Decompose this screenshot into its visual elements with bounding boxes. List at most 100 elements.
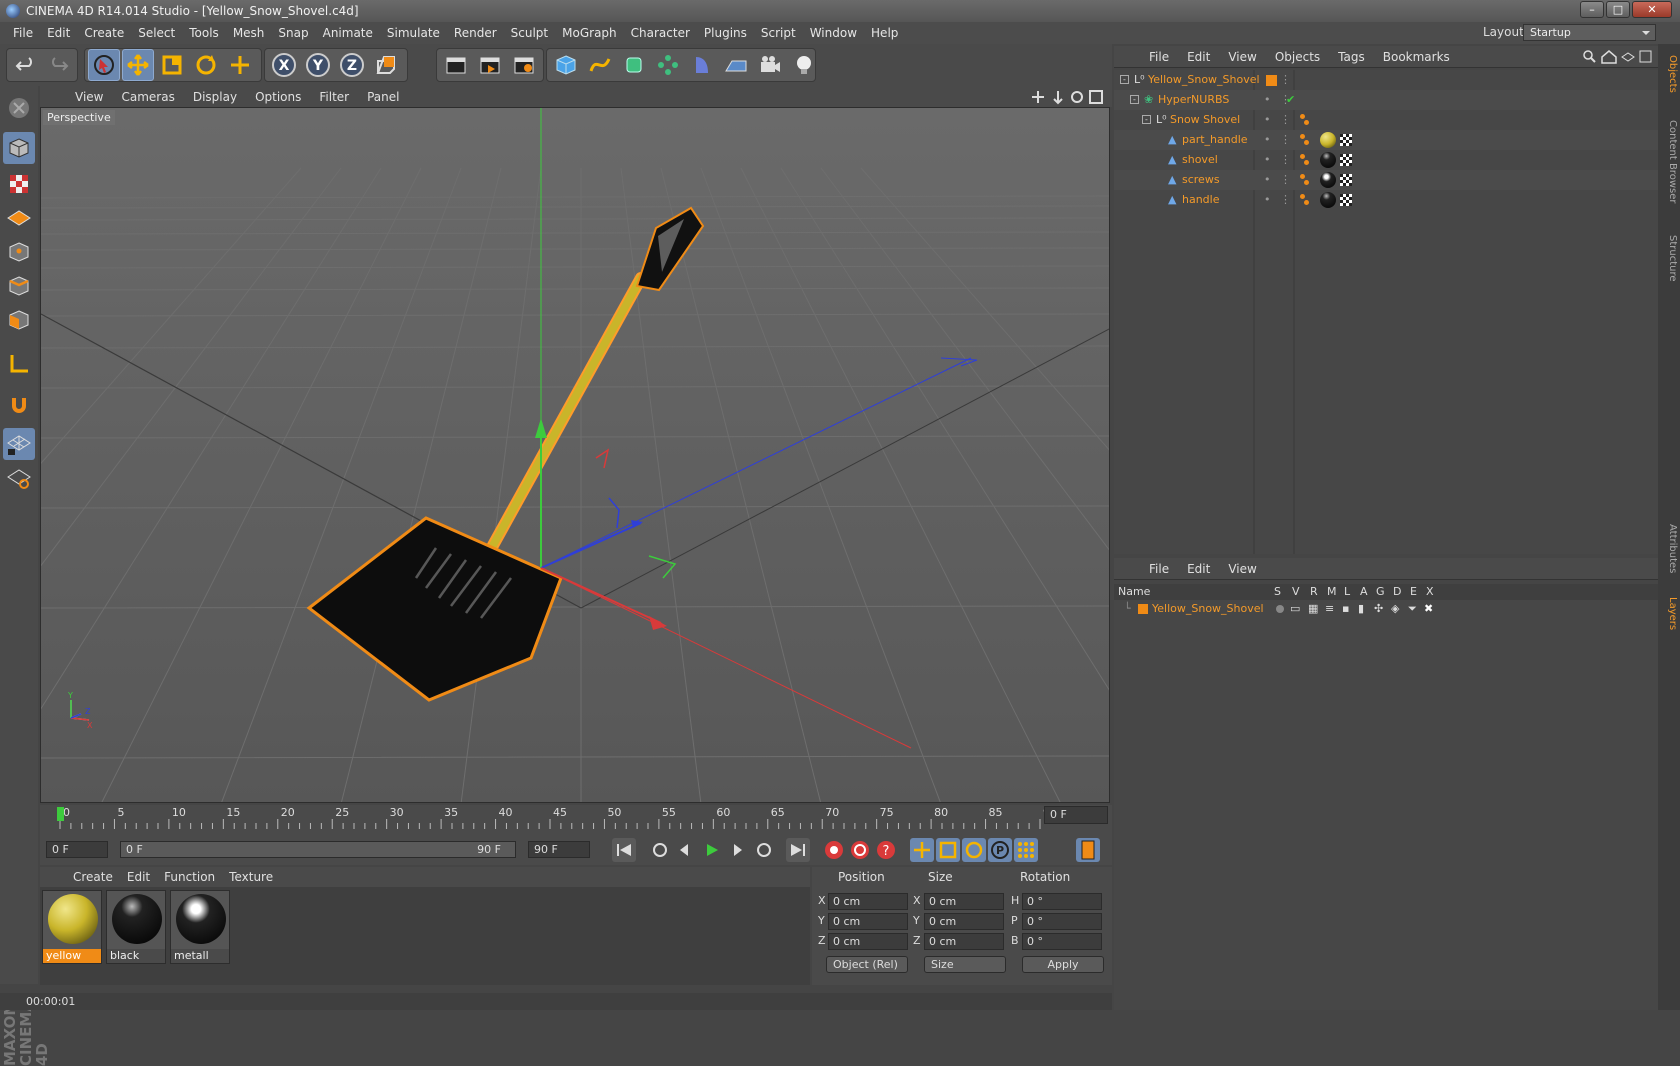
redo-icon[interactable] xyxy=(42,49,74,81)
current-frame-field[interactable]: 0 F xyxy=(1044,806,1108,824)
tab-objects[interactable]: Objects xyxy=(1660,50,1678,98)
close-window-button[interactable]: ✕ xyxy=(1632,1,1672,18)
layer-deformers-icon[interactable]: ◈ xyxy=(1391,600,1399,618)
objects-menu-objects[interactable]: Objects xyxy=(1266,50,1329,64)
add-icon[interactable] xyxy=(224,49,256,81)
texture-tag-icon[interactable] xyxy=(1340,194,1352,206)
previous-frame-button[interactable] xyxy=(672,838,696,862)
material-menu-create[interactable]: Create xyxy=(66,870,120,884)
layer-expressions-icon[interactable]: ⏷ xyxy=(1408,600,1417,618)
apply-button[interactable]: Apply xyxy=(1022,956,1104,973)
material-tag-metall-icon[interactable] xyxy=(1320,172,1336,188)
frame-range-slider[interactable]: 0 F 90 F xyxy=(120,841,516,858)
coordinate-mode-dropdown[interactable]: Object (Rel) xyxy=(826,956,908,973)
go-to-start-button[interactable] xyxy=(612,838,636,862)
next-frame-button[interactable] xyxy=(726,838,750,862)
material-menu-edit[interactable]: Edit xyxy=(120,870,157,884)
light-icon[interactable] xyxy=(788,49,820,81)
timeline-window-icon[interactable] xyxy=(1076,838,1100,862)
viewport-menu-cameras[interactable]: Cameras xyxy=(112,90,183,104)
rotation-h-field[interactable]: 0 ° xyxy=(1022,893,1102,910)
tab-content-browser[interactable]: Content Browser xyxy=(1660,102,1678,222)
menu-animate[interactable]: Animate xyxy=(316,26,380,40)
viewport-nav-icons[interactable] xyxy=(1032,89,1104,105)
tab-attributes[interactable]: Attributes xyxy=(1660,514,1678,584)
enabled-check-icon[interactable]: ✔ xyxy=(1286,90,1295,110)
cube-icon[interactable] xyxy=(550,49,582,81)
y-axis-lock-icon[interactable]: Y xyxy=(302,49,334,81)
rotate-icon[interactable] xyxy=(190,49,222,81)
position-y-field[interactable]: 0 cm xyxy=(828,913,908,930)
layer-animation-icon[interactable]: ▮ xyxy=(1358,600,1364,618)
viewport-menu-display[interactable]: Display xyxy=(184,90,246,104)
material-tag-black-icon[interactable] xyxy=(1320,192,1336,208)
play-button[interactable] xyxy=(700,838,724,862)
end-frame-field[interactable]: 90 F xyxy=(528,841,590,858)
position-x-field[interactable]: 0 cm xyxy=(828,893,908,910)
rotation-p-field[interactable]: 0 ° xyxy=(1022,913,1102,930)
layers-menu-edit[interactable]: Edit xyxy=(1178,562,1219,576)
key-rotation-icon[interactable] xyxy=(962,838,986,862)
objects-menu-file[interactable]: File xyxy=(1140,50,1178,64)
material-yellow[interactable]: yellow xyxy=(42,890,102,964)
floor-icon[interactable] xyxy=(720,49,752,81)
layers-menu-view[interactable]: View xyxy=(1219,562,1265,576)
layer-manager-icon[interactable]: ≡ xyxy=(1325,600,1334,618)
size-y-field[interactable]: 0 cm xyxy=(924,913,1004,930)
key-scale-icon[interactable] xyxy=(936,838,960,862)
menu-mesh[interactable]: Mesh xyxy=(226,26,272,40)
camera-icon[interactable] xyxy=(754,49,786,81)
array-icon[interactable] xyxy=(652,49,684,81)
world-coordinates-icon[interactable] xyxy=(370,49,402,81)
objects-menu-view[interactable]: View xyxy=(1219,50,1265,64)
viewport-menu-panel[interactable]: Panel xyxy=(358,90,408,104)
x-axis-lock-icon[interactable]: X xyxy=(268,49,300,81)
minimize-button[interactable]: – xyxy=(1580,1,1604,18)
material-menu-function[interactable]: Function xyxy=(157,870,222,884)
record-active-objects-icon[interactable] xyxy=(822,838,846,862)
texture-tag-icon[interactable] xyxy=(1340,134,1352,146)
points-mode-icon[interactable] xyxy=(3,236,35,268)
texture-mode-icon[interactable] xyxy=(3,168,35,200)
menu-render[interactable]: Render xyxy=(447,26,504,40)
timeline-ruler[interactable]: 051015202530354045505560657075808590 xyxy=(40,805,1112,835)
menu-tools[interactable]: Tools xyxy=(182,26,226,40)
maximize-button[interactable]: □ xyxy=(1606,1,1630,18)
tree-row[interactable]: - L⁰ Yellow_Snow_Shovel ⋮ xyxy=(1114,70,1658,90)
material-black[interactable]: black xyxy=(106,890,166,964)
undo-icon[interactable] xyxy=(10,49,42,81)
rotation-b-field[interactable]: 0 ° xyxy=(1022,933,1102,950)
scale-icon[interactable] xyxy=(156,49,188,81)
tree-row[interactable]: ▲ handle • ⋮ xyxy=(1114,190,1658,210)
tree-row[interactable]: - L⁰ Snow Shovel • ⋮ xyxy=(1114,110,1658,130)
layer-visible-icon[interactable]: ▭ xyxy=(1290,600,1300,618)
render-settings-icon[interactable] xyxy=(508,49,540,81)
live-selection-icon[interactable] xyxy=(88,49,120,81)
material-tag-yellow-icon[interactable] xyxy=(1320,132,1336,148)
menu-mograph[interactable]: MoGraph xyxy=(555,26,624,40)
make-editable-icon[interactable] xyxy=(3,92,35,124)
layer-color-swatch[interactable] xyxy=(1138,604,1148,614)
menu-window[interactable]: Window xyxy=(803,26,864,40)
layer-xref-icon[interactable]: ✖ xyxy=(1424,600,1433,618)
layers-menu-file[interactable]: File xyxy=(1140,562,1178,576)
material-menu-texture[interactable]: Texture xyxy=(222,870,280,884)
spline-icon[interactable] xyxy=(584,49,616,81)
menu-edit[interactable]: Edit xyxy=(40,26,77,40)
material-metall[interactable]: metall xyxy=(170,890,230,964)
perspective-viewport[interactable]: Y Z X Perspective xyxy=(40,107,1110,803)
menu-character[interactable]: Character xyxy=(624,26,697,40)
z-axis-lock-icon[interactable]: Z xyxy=(336,49,368,81)
tree-row[interactable]: ▲ part_handle • ⋮ xyxy=(1114,130,1658,150)
tree-row[interactable]: ▲ shovel • ⋮ xyxy=(1114,150,1658,170)
workplane-rotate-icon[interactable] xyxy=(3,462,35,494)
lock-workplane-icon[interactable] xyxy=(3,428,35,460)
move-icon[interactable] xyxy=(122,49,154,81)
objects-menu-tags[interactable]: Tags xyxy=(1329,50,1374,64)
texture-tag-icon[interactable] xyxy=(1340,174,1352,186)
loop-button[interactable] xyxy=(752,838,776,862)
viewport-menu-view[interactable]: View xyxy=(66,90,112,104)
previous-key-button[interactable] xyxy=(648,838,672,862)
start-frame-field[interactable]: 0 F xyxy=(46,841,108,858)
menu-create[interactable]: Create xyxy=(77,26,131,40)
